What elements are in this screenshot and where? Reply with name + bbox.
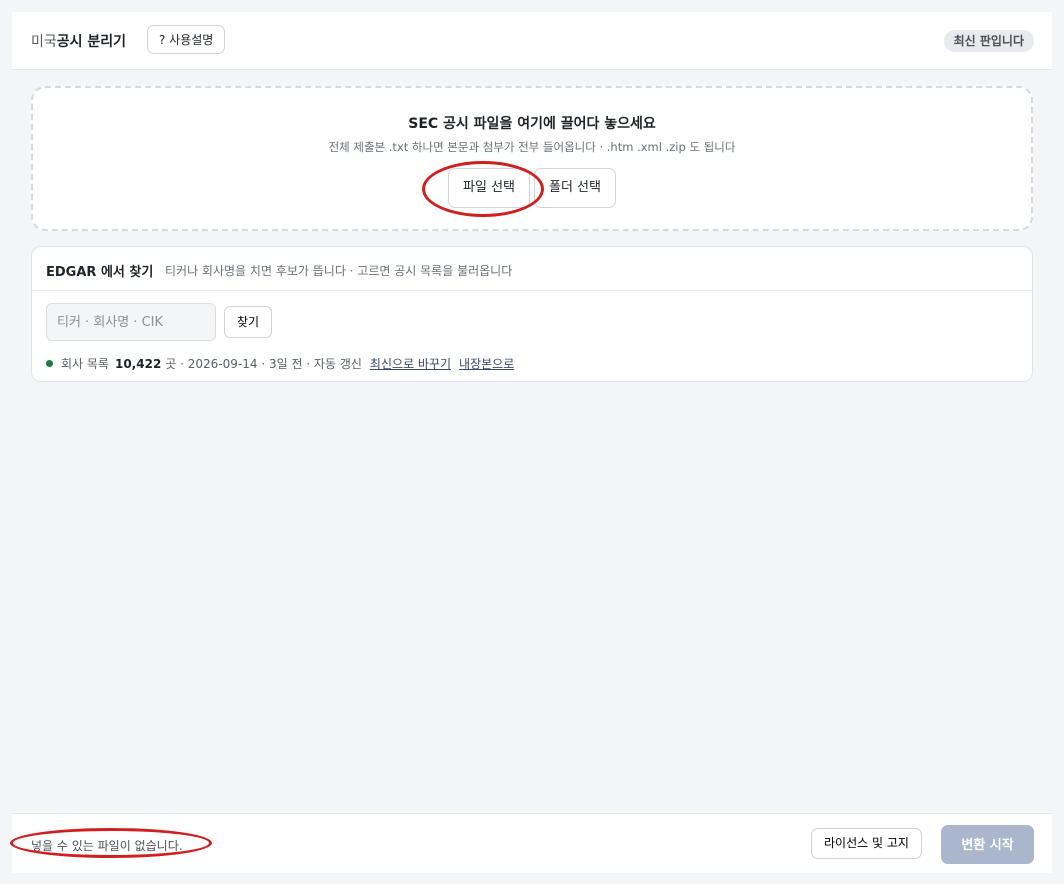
status-details: 곳 · 2026-09-14 · 3일 전 · 자동 갱신 [165,357,362,371]
refresh-latest-link[interactable]: 최신으로 바꾸기 [370,357,451,371]
file-drop-zone[interactable]: SEC 공시 파일을 여기에 끌어다 놓으세요 전체 제출본 .txt 하나면 … [31,86,1033,231]
select-folder-button[interactable]: 폴더 선택 [534,168,616,208]
edgar-card-header: EDGAR 에서 찾기 티커나 회사명을 치면 후보가 뜹니다 · 고르면 공시… [32,247,1032,291]
drop-zone-subtitle: 전체 제출본 .txt 하나면 본문과 첨부가 전부 들어옵니다 · .htm … [328,140,736,154]
help-button[interactable]: ? 사용설명 [147,25,226,54]
status-label: 회사 목록 [61,357,109,371]
version-badge: 최신 판입니다 [943,30,1034,52]
company-search-input[interactable] [46,303,216,341]
select-file-button[interactable]: 파일 선택 [448,168,530,208]
use-builtin-link[interactable]: 내장본으로 [459,357,514,371]
app-title-main: 공시 분리기 [56,34,127,50]
edgar-title: EDGAR 에서 찾기 [46,265,154,280]
drop-zone-buttons: 파일 선택 폴더 선택 [33,168,1031,208]
start-convert-button[interactable]: 변환 시작 [941,825,1034,864]
company-count: 10,422 [114,357,162,371]
app-window: 미국공시 분리기 ? 사용설명 최신 판입니다 SEC 공시 파일을 여기에 끌… [12,12,1052,873]
search-button[interactable]: 찾기 [224,306,273,338]
app-title: 미국공시 분리기 [31,31,126,51]
status-dot-icon [46,360,53,367]
footer-status-message: 넣을 수 있는 파일이 없습니다. [31,839,183,853]
drop-zone-title: SEC 공시 파일을 여기에 끌어다 놓으세요 [408,116,656,132]
app-title-prefix: 미국 [31,34,57,50]
license-button[interactable]: 라이선스 및 고지 [811,828,922,859]
edgar-description: 티커나 회사명을 치면 후보가 뜹니다 · 고르면 공시 목록을 불러옵니다 [165,264,513,278]
header-bar: 미국공시 분리기 ? 사용설명 최신 판입니다 [12,12,1052,70]
footer-bar: 넣을 수 있는 파일이 없습니다. 라이선스 및 고지 변환 시작 [12,813,1052,873]
edgar-search-card: EDGAR 에서 찾기 티커나 회사명을 치면 후보가 뜹니다 · 고르면 공시… [31,246,1033,382]
company-list-status: 회사 목록 10,422 곳 · 2026-09-14 · 3일 전 · 자동 갱신… [46,355,514,372]
